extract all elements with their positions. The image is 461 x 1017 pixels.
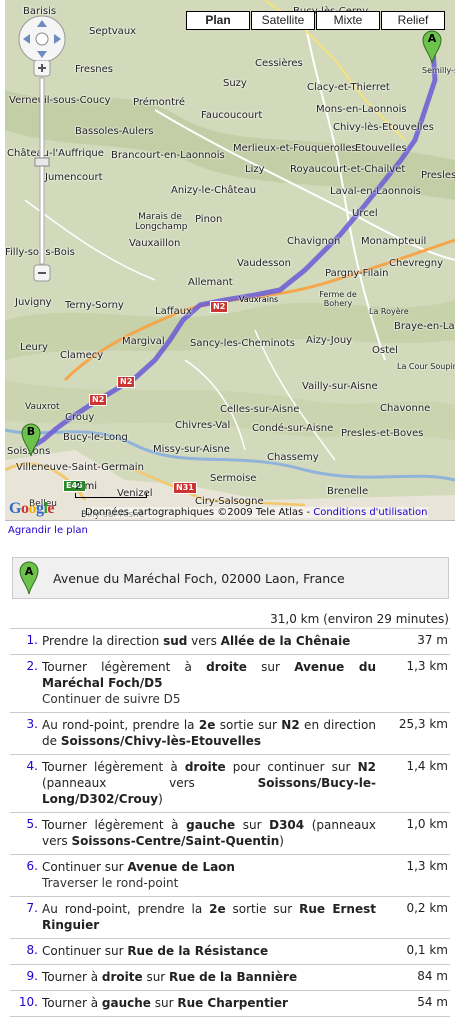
step-number: 1. <box>26 633 38 647</box>
step-number: 6. <box>26 859 38 873</box>
road-badge-n2: N2 <box>117 376 136 388</box>
scale-bar: 2 mi <box>75 481 147 498</box>
direction-step[interactable]: 6. Continuer sur Avenue de Laon Traverser… <box>10 854 450 896</box>
zoom-control[interactable] <box>33 59 51 282</box>
direction-step[interactable]: 10. Tourner à gauche sur Rue Charpentier… <box>10 990 450 1017</box>
step-text: Au rond-point, prendre la 2e sortie sur … <box>42 902 376 932</box>
step-distance: 1,4 km <box>406 759 448 773</box>
copyright-text: Données cartographiques ©2009 Tele Atlas… <box>85 507 311 518</box>
step-text: Prendre la direction sud vers Allée de l… <box>42 634 351 648</box>
direction-step[interactable]: 4. Tourner légèrement à droite pour cont… <box>10 754 450 812</box>
svg-text:A: A <box>25 565 34 578</box>
copyright: Données cartographiques ©2009 Tele Atlas… <box>85 507 428 518</box>
map-type-switcher: Plan Satellite Mixte Relief <box>185 11 445 30</box>
step-text: Continuer sur Avenue de Laon Traverser le… <box>42 859 376 891</box>
direction-step[interactable]: 9. Tourner à droite sur Rue de la Banniè… <box>10 964 450 990</box>
step-distance: 37 m <box>417 633 448 647</box>
step-number: 7. <box>26 901 38 915</box>
step-number: 2. <box>26 659 38 673</box>
direction-step[interactable]: 1. Prendre la direction sud vers Allée d… <box>10 628 450 654</box>
road-badge-n2: N2 <box>89 394 108 406</box>
marker-b-label: B <box>26 425 36 438</box>
step-text: Tourner à droite sur Rue de la Bannière <box>42 970 298 984</box>
start-location-box: A Avenue du Maréchal Foch, 02000 Laon, F… <box>12 557 449 599</box>
terms-link[interactable]: Conditions d'utilisation <box>313 507 427 518</box>
step-text: Au rond-point, prendre la 2e sortie sur … <box>42 718 377 748</box>
map-view[interactable]: Barisis Septvaux Fresnes Verneuil-sous-C… <box>5 0 455 521</box>
marker-b[interactable]: B <box>21 423 41 457</box>
map-type-mixte[interactable]: Mixte <box>316 11 380 30</box>
step-number: 9. <box>26 969 38 983</box>
step-distance: 1,3 km <box>406 859 448 873</box>
step-number: 10. <box>18 995 38 1009</box>
map-type-satellite[interactable]: Satellite <box>251 11 315 30</box>
step-text: Tourner légèrement à gauche sur D304 (pa… <box>42 818 377 848</box>
direction-step[interactable]: 3. Au rond-point, prendre la 2e sortie s… <box>10 712 450 754</box>
marker-a[interactable]: A <box>422 30 442 64</box>
direction-step[interactable]: 7. Au rond-point, prendre la 2e sortie s… <box>10 896 450 938</box>
step-distance: 0,1 km <box>406 943 448 957</box>
step-distance: 54 m <box>417 995 448 1009</box>
enlarge-map-link[interactable]: Agrandir le plan <box>8 525 88 536</box>
step-number: 8. <box>26 943 38 957</box>
google-logo[interactable]: Google <box>9 500 54 518</box>
step-text: Continuer sur Rue de la Résistance <box>42 944 269 958</box>
direction-step[interactable]: 5. Tourner légèrement à gauche sur D304 … <box>10 812 450 854</box>
step-distance: 25,3 km <box>398 717 448 731</box>
map-type-relief[interactable]: Relief <box>381 11 445 30</box>
marker-a-icon: A <box>19 561 39 595</box>
scale-label: 2 mi <box>75 481 98 492</box>
step-distance: 1,0 km <box>406 817 448 831</box>
step-subtext: Continuer de suivre D5 <box>42 692 181 706</box>
step-text: Tourner légèrement à droite sur Avenue d… <box>42 660 376 706</box>
direction-step[interactable]: 8. Continuer sur Rue de la Résistance 0,… <box>10 938 450 964</box>
marker-a-label: A <box>427 32 437 45</box>
directions-list: 1. Prendre la direction sud vers Allée d… <box>10 628 450 1017</box>
step-text: Tourner légèrement à droite pour continu… <box>42 760 376 806</box>
hand-icon <box>35 32 49 46</box>
step-distance: 1,3 km <box>406 659 448 673</box>
start-address: Avenue du Maréchal Foch, 02000 Laon, Fra… <box>53 570 345 586</box>
step-distance: 84 m <box>417 969 448 983</box>
road-badge-n31: N31 <box>173 482 197 494</box>
direction-step[interactable]: 2. Tourner légèrement à droite sur Avenu… <box>10 654 450 712</box>
step-subtext: Traverser le rond-point <box>42 876 179 890</box>
road-badge-n2: N2 <box>210 301 229 313</box>
step-text: Tourner à gauche sur Rue Charpentier <box>42 996 288 1010</box>
map-type-plan[interactable]: Plan <box>186 11 250 30</box>
step-number: 3. <box>26 717 38 731</box>
step-number: 4. <box>26 759 38 773</box>
step-distance: 0,2 km <box>406 901 448 915</box>
route-summary: 31,0 km (environ 29 minutes) <box>270 612 449 626</box>
step-number: 5. <box>26 817 38 831</box>
map-terrain <box>5 0 455 520</box>
